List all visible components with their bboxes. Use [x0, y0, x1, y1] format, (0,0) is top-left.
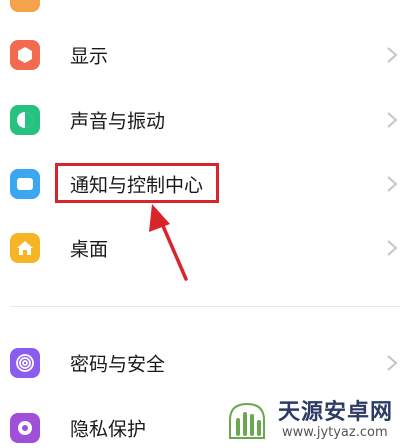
- watermark-title: 天源安卓网: [278, 400, 394, 425]
- watermark-url: www.jytyaz.com: [282, 425, 388, 440]
- watermark: 天源安卓网 www.jytyaz.com: [222, 392, 412, 448]
- android-logo-icon: [229, 402, 265, 439]
- settings-screen: 显示 声音与振动 通知与控制中心 桌面 密码与安全 隐私保护 天源安卓网 www…: [0, 0, 412, 448]
- red-arrow-icon: [149, 204, 188, 281]
